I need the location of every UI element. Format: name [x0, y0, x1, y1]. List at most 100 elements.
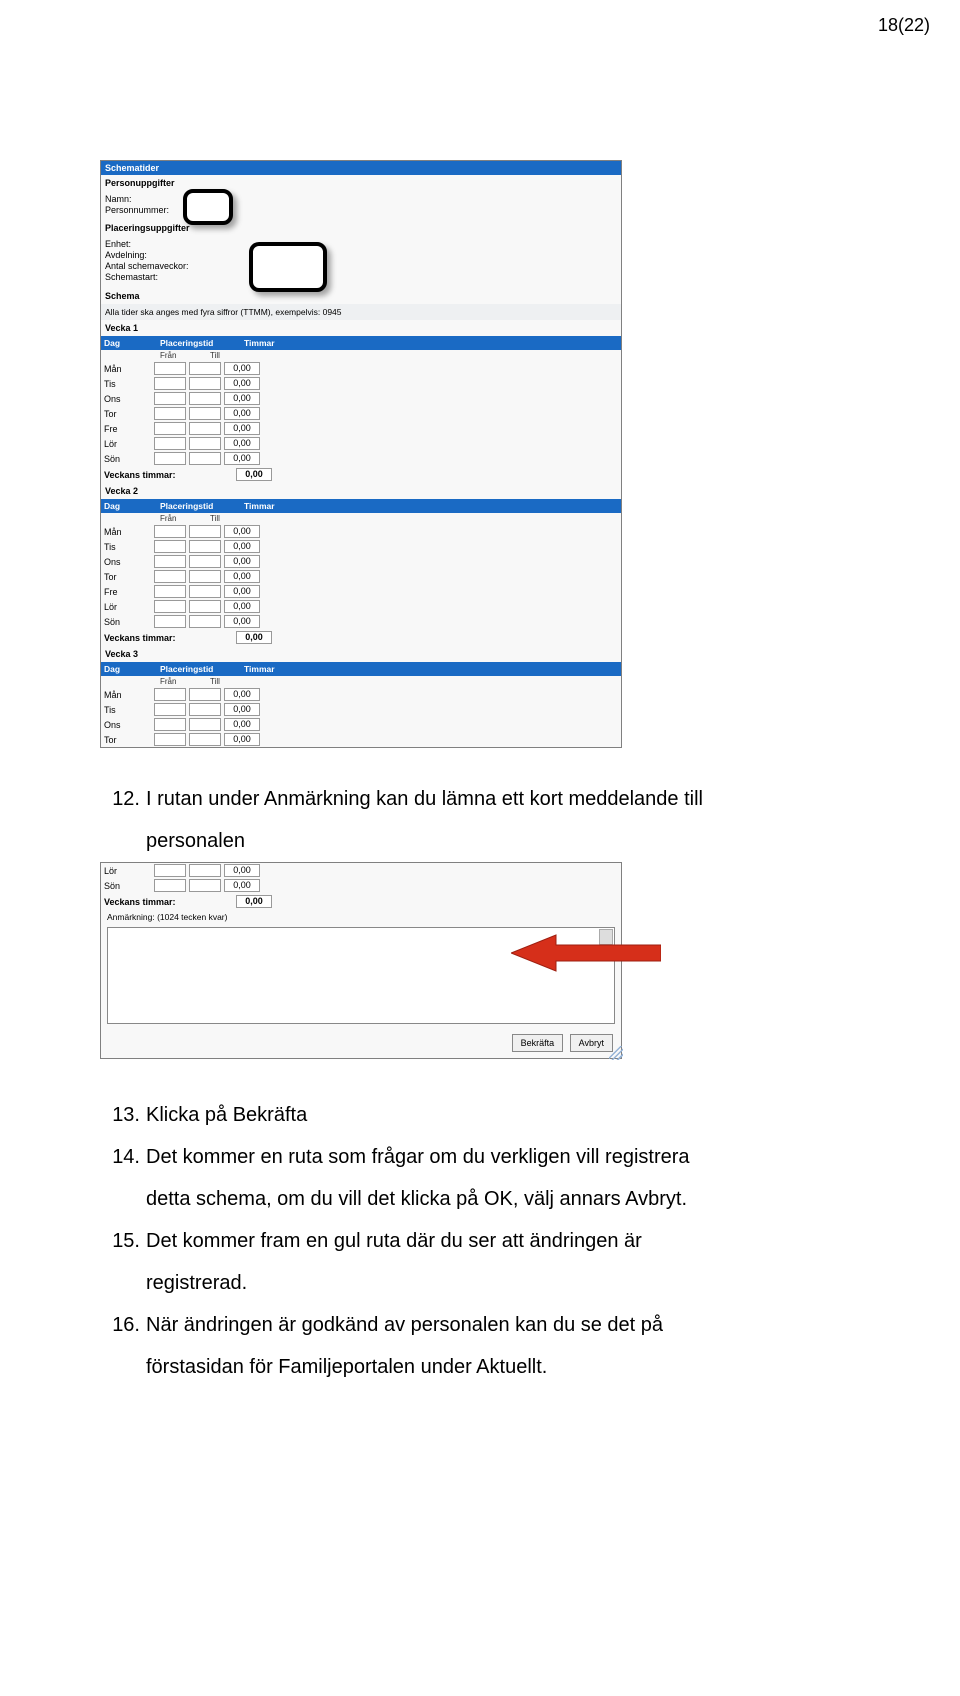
step-text: Klicka på Bekräfta [146, 1094, 910, 1136]
day-row: Tis0,00 [101, 702, 621, 717]
day-row: Ons0,00 [101, 717, 621, 732]
day-name: Fre [104, 587, 154, 597]
from-input[interactable] [154, 879, 186, 892]
week-subheader: FrånTill [101, 350, 621, 361]
confirm-button[interactable]: Bekräfta [512, 1034, 564, 1052]
week-label: Vecka 3 [101, 646, 621, 662]
from-input[interactable] [154, 600, 186, 613]
from-input[interactable] [154, 422, 186, 435]
week-subheader: FrånTill [101, 513, 621, 524]
week-table-header: DagPlaceringstidTimmar [101, 662, 621, 676]
form2-sum-label: Veckans timmar: [104, 897, 236, 907]
hours-value: 0,00 [224, 540, 260, 553]
from-input[interactable] [154, 437, 186, 450]
to-input[interactable] [189, 570, 221, 583]
from-input[interactable] [154, 733, 186, 746]
hours-value: 0,00 [224, 407, 260, 420]
to-input[interactable] [189, 392, 221, 405]
day-row: Lör0,00 [101, 863, 621, 878]
to-input[interactable] [189, 615, 221, 628]
weeks-container: Vecka 1DagPlaceringstidTimmarFrånTillMån… [101, 320, 621, 747]
hours-value: 0,00 [224, 437, 260, 450]
from-input[interactable] [154, 570, 186, 583]
day-name: Lör [104, 602, 154, 612]
section-place: Placeringsuppgifter [101, 220, 621, 236]
to-input[interactable] [189, 703, 221, 716]
label-avdelning: Avdelning: [105, 250, 205, 260]
day-row: Sön0,00 [101, 451, 621, 466]
form-title-bar: Schematider [101, 161, 621, 175]
to-input[interactable] [189, 422, 221, 435]
cancel-button[interactable]: Avbryt [570, 1034, 613, 1052]
day-name: Tis [104, 379, 154, 389]
form2-days: Lör0,00Sön0,00 [101, 863, 621, 893]
label-enhet: Enhet: [105, 239, 205, 249]
document-page: 18(22) Schematider Personuppgifter Namn:… [0, 0, 960, 1696]
page-number: 18(22) [878, 15, 930, 36]
week-table-header: DagPlaceringstidTimmar [101, 499, 621, 513]
week-label: Vecka 1 [101, 320, 621, 336]
day-row: Sön0,00 [101, 878, 621, 893]
hours-value: 0,00 [224, 879, 260, 892]
from-input[interactable] [154, 377, 186, 390]
day-name: Mån [104, 690, 154, 700]
to-input[interactable] [189, 377, 221, 390]
day-name: Tis [104, 542, 154, 552]
to-input[interactable] [189, 733, 221, 746]
to-input[interactable] [189, 437, 221, 450]
to-input[interactable] [189, 585, 221, 598]
week-sum: Veckans timmar:0,00 [101, 629, 621, 646]
day-name: Mån [104, 364, 154, 374]
day-row: Fre0,00 [101, 421, 621, 436]
from-input[interactable] [154, 688, 186, 701]
hours-value: 0,00 [224, 452, 260, 465]
schema-form-screenshot: Schematider Personuppgifter Namn: Person… [100, 160, 622, 748]
from-input[interactable] [154, 392, 186, 405]
step-num: 14. [100, 1136, 146, 1220]
from-input[interactable] [154, 615, 186, 628]
hours-value: 0,00 [224, 585, 260, 598]
step-num: 16. [100, 1304, 146, 1388]
from-input[interactable] [154, 864, 186, 877]
from-input[interactable] [154, 525, 186, 538]
to-input[interactable] [189, 718, 221, 731]
resize-handle-icon [609, 1046, 623, 1060]
step-text: Det kommer en ruta som frågar om du verk… [146, 1136, 910, 1220]
day-name: Tis [104, 705, 154, 715]
from-input[interactable] [154, 555, 186, 568]
section-person: Personuppgifter [101, 175, 621, 191]
hours-value: 0,00 [224, 392, 260, 405]
red-arrow-icon [511, 933, 661, 973]
hours-value: 0,00 [224, 688, 260, 701]
section-schema: Schema [101, 288, 621, 304]
from-input[interactable] [154, 407, 186, 420]
to-input[interactable] [189, 540, 221, 553]
step-row: 15.Det kommer fram en gul ruta där du se… [100, 1220, 910, 1304]
to-input[interactable] [189, 555, 221, 568]
day-name: Ons [104, 557, 154, 567]
to-input[interactable] [189, 600, 221, 613]
to-input[interactable] [189, 688, 221, 701]
from-input[interactable] [154, 718, 186, 731]
from-input[interactable] [154, 540, 186, 553]
to-input[interactable] [189, 362, 221, 375]
from-input[interactable] [154, 362, 186, 375]
to-input[interactable] [189, 879, 221, 892]
to-input[interactable] [189, 864, 221, 877]
day-row: Tor0,00 [101, 732, 621, 747]
hours-value: 0,00 [224, 864, 260, 877]
day-row: Tis0,00 [101, 376, 621, 391]
redacted-box-big [249, 242, 327, 292]
step-text: Det kommer fram en gul ruta där du ser a… [146, 1220, 910, 1304]
step-row: 16.När ändringen är godkänd av personale… [100, 1304, 910, 1388]
from-input[interactable] [154, 585, 186, 598]
step-row: 14.Det kommer en ruta som frågar om du v… [100, 1136, 910, 1220]
to-input[interactable] [189, 452, 221, 465]
week-subheader: FrånTill [101, 676, 621, 687]
from-input[interactable] [154, 452, 186, 465]
day-row: Ons0,00 [101, 391, 621, 406]
from-input[interactable] [154, 703, 186, 716]
to-input[interactable] [189, 525, 221, 538]
hours-value: 0,00 [224, 525, 260, 538]
to-input[interactable] [189, 407, 221, 420]
